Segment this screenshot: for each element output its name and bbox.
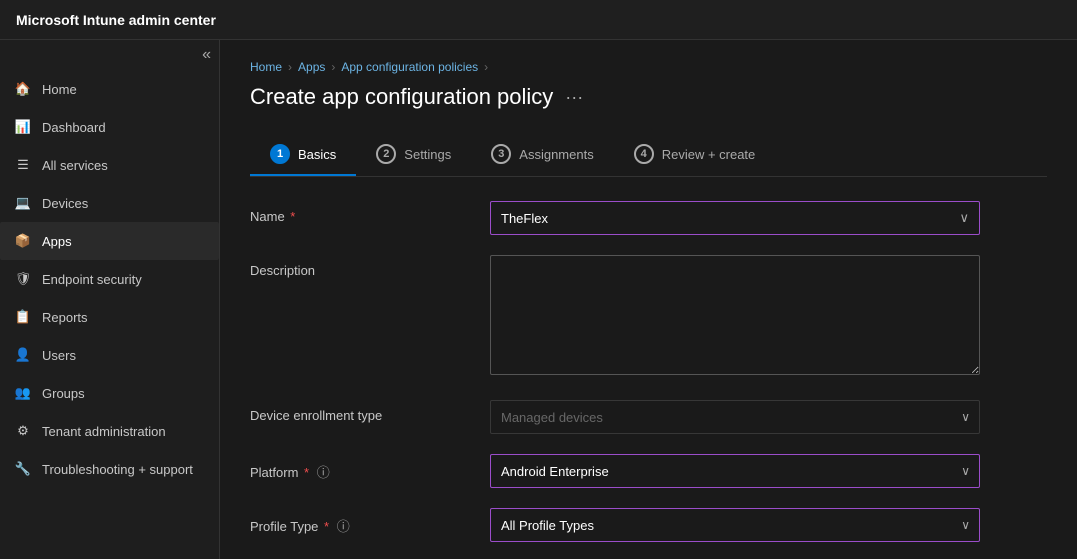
platform-control: Android Enterprise ∨ xyxy=(490,454,980,488)
form-row-platform: Platform * ⓘ Android Enterprise ∨ xyxy=(250,454,1047,488)
troubleshooting-icon: 🔧 xyxy=(14,460,32,478)
tab-label-review: Review + create xyxy=(662,147,756,162)
page-title: Create app configuration policy xyxy=(250,84,553,110)
breadcrumb: Home › Apps › App configuration policies… xyxy=(250,60,1047,74)
sidebar-item-label: Dashboard xyxy=(42,120,106,135)
sidebar-item-dashboard[interactable]: 📊 Dashboard xyxy=(0,108,219,146)
sidebar-item-label: Apps xyxy=(42,234,72,249)
top-bar: Microsoft Intune admin center xyxy=(0,0,1077,40)
tab-label-settings: Settings xyxy=(404,147,451,162)
name-value: TheFlex xyxy=(501,211,548,226)
collapse-icon[interactable]: « xyxy=(202,46,211,64)
device-enrollment-label: Device enrollment type xyxy=(250,400,470,423)
form-row-description: Description xyxy=(250,255,1047,380)
name-select-wrapper: TheFlex ∨ xyxy=(490,201,980,235)
tab-assignments[interactable]: 3 Assignments xyxy=(471,134,613,176)
sidebar-item-reports[interactable]: 📋 Reports xyxy=(0,298,219,336)
sidebar-collapse-btn[interactable]: « xyxy=(0,40,219,70)
apps-icon: 📦 xyxy=(14,232,32,250)
more-options-icon[interactable]: ··· xyxy=(565,87,583,108)
home-icon: 🏠 xyxy=(14,80,32,98)
platform-select-wrapper: Android Enterprise ∨ xyxy=(490,454,980,488)
sidebar-item-home[interactable]: 🏠 Home xyxy=(0,70,219,108)
device-enrollment-select[interactable]: Managed devices xyxy=(490,400,980,434)
platform-info-icon[interactable]: ⓘ xyxy=(317,465,330,480)
tab-num-1: 1 xyxy=(270,144,290,164)
breadcrumb-policies[interactable]: App configuration policies xyxy=(341,60,478,74)
sidebar-item-apps[interactable]: 📦 Apps xyxy=(0,222,219,260)
breadcrumb-sep-1: › xyxy=(288,60,292,74)
app-title: Microsoft Intune admin center xyxy=(16,12,216,28)
tenant-icon: ⚙ xyxy=(14,422,32,440)
sidebar-item-users[interactable]: 👤 Users xyxy=(0,336,219,374)
sidebar-item-label: Reports xyxy=(42,310,88,325)
sidebar-item-label: Users xyxy=(42,348,76,363)
users-icon: 👤 xyxy=(14,346,32,364)
page-title-row: Create app configuration policy ··· xyxy=(250,84,1047,110)
form-row-profile-type: Profile Type * ⓘ All Profile Types ∨ xyxy=(250,508,1047,542)
sidebar-item-troubleshooting[interactable]: 🔧 Troubleshooting + support xyxy=(0,450,219,488)
sidebar-item-endpoint-security[interactable]: 🛡 Endpoint security xyxy=(0,260,219,298)
name-label: Name * xyxy=(250,201,470,224)
form-row-device-enrollment: Device enrollment type Managed devices ∨ xyxy=(250,400,1047,434)
name-control: TheFlex ∨ xyxy=(490,201,980,235)
sidebar-item-label: All services xyxy=(42,158,108,173)
sidebar-item-all-services[interactable]: ☰ All services xyxy=(0,146,219,184)
sidebar-item-tenant-administration[interactable]: ⚙ Tenant administration xyxy=(0,412,219,450)
profile-type-info-icon[interactable]: ⓘ xyxy=(337,519,350,534)
device-enrollment-control: Managed devices ∨ xyxy=(490,400,980,434)
tab-label-assignments: Assignments xyxy=(519,147,593,162)
sidebar-item-label: Troubleshooting + support xyxy=(42,462,193,477)
dashboard-icon: 📊 xyxy=(14,118,32,136)
tab-num-4: 4 xyxy=(634,144,654,164)
sidebar-item-label: Endpoint security xyxy=(42,272,142,287)
breadcrumb-home[interactable]: Home xyxy=(250,60,282,74)
description-textarea[interactable] xyxy=(490,255,980,375)
name-required: * xyxy=(287,209,296,224)
profile-type-label: Profile Type * ⓘ xyxy=(250,508,470,535)
sidebar-item-label: Groups xyxy=(42,386,85,401)
description-label: Description xyxy=(250,255,470,278)
profile-type-select[interactable]: All Profile Types xyxy=(490,508,980,542)
content-area: Home › Apps › App configuration policies… xyxy=(220,40,1077,559)
breadcrumb-sep-3: › xyxy=(484,60,488,74)
device-enrollment-select-wrapper: Managed devices ∨ xyxy=(490,400,980,434)
sidebar-item-label: Devices xyxy=(42,196,88,211)
platform-select[interactable]: Android Enterprise xyxy=(490,454,980,488)
tab-basics[interactable]: 1 Basics xyxy=(250,134,356,176)
profile-type-select-wrapper: All Profile Types ∨ xyxy=(490,508,980,542)
all-services-icon: ☰ xyxy=(14,156,32,174)
tab-num-2: 2 xyxy=(376,144,396,164)
platform-label: Platform * ⓘ xyxy=(250,454,470,481)
breadcrumb-apps[interactable]: Apps xyxy=(298,60,325,74)
tab-label-basics: Basics xyxy=(298,147,336,162)
tab-settings[interactable]: 2 Settings xyxy=(356,134,471,176)
wizard-tabs: 1 Basics 2 Settings 3 Assignments 4 Revi… xyxy=(250,134,1047,177)
sidebar: « 🏠 Home 📊 Dashboard ☰ All services 💻 De… xyxy=(0,40,220,559)
endpoint-security-icon: 🛡 xyxy=(14,270,32,288)
profile-type-control: All Profile Types ∨ xyxy=(490,508,980,542)
form-row-name: Name * TheFlex ∨ xyxy=(250,201,1047,235)
main-layout: « 🏠 Home 📊 Dashboard ☰ All services 💻 De… xyxy=(0,40,1077,559)
breadcrumb-sep-2: › xyxy=(331,60,335,74)
reports-icon: 📋 xyxy=(14,308,32,326)
sidebar-item-devices[interactable]: 💻 Devices xyxy=(0,184,219,222)
name-input[interactable]: TheFlex ∨ xyxy=(490,201,980,235)
tab-num-3: 3 xyxy=(491,144,511,164)
name-chevron-icon: ∨ xyxy=(959,210,969,226)
sidebar-item-label: Tenant administration xyxy=(42,424,166,439)
sidebar-item-label: Home xyxy=(42,82,77,97)
sidebar-item-groups[interactable]: 👥 Groups xyxy=(0,374,219,412)
tab-review-create[interactable]: 4 Review + create xyxy=(614,134,776,176)
devices-icon: 💻 xyxy=(14,194,32,212)
description-control xyxy=(490,255,980,380)
groups-icon: 👥 xyxy=(14,384,32,402)
